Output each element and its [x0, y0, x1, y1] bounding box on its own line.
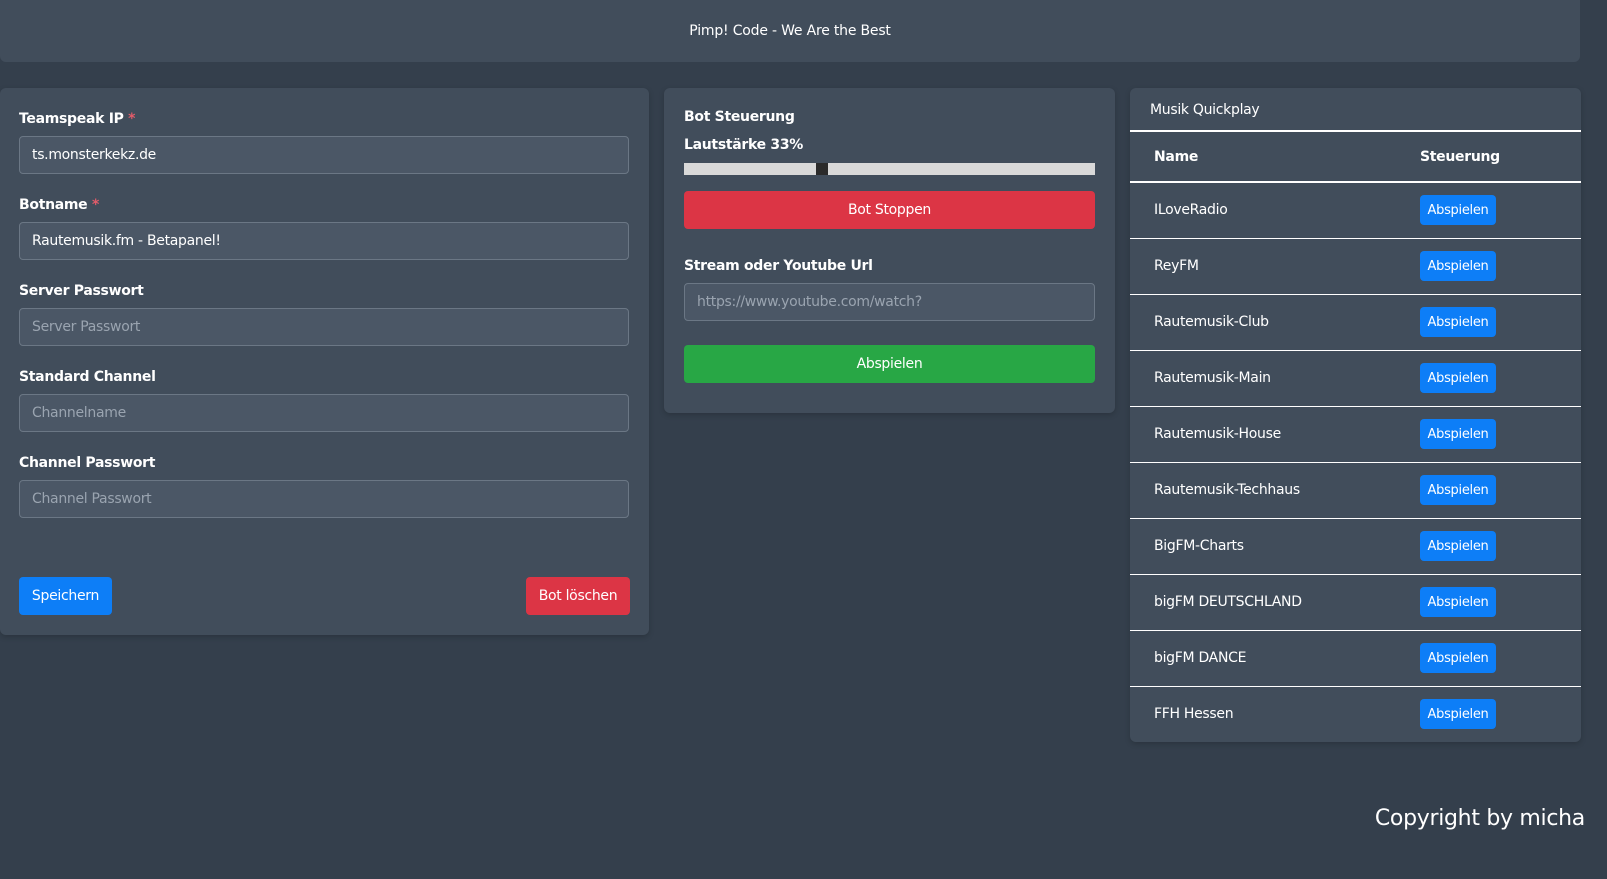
table-header-row: Name Steuerung [1130, 132, 1581, 183]
table-row: bigFM DEUTSCHLAND Abspielen [1130, 574, 1581, 631]
botname-label: Botname * [19, 197, 99, 213]
server-password-field: Server Passwort [19, 281, 631, 346]
column-header-name: Name [1130, 132, 1420, 183]
play-station-button[interactable]: Abspielen [1420, 531, 1496, 561]
station-control: Abspielen [1420, 350, 1581, 407]
station-name: FFH Hessen [1154, 706, 1234, 723]
station-name: bigFM DANCE [1130, 630, 1420, 687]
table-row: Rautemusik-House Abspielen [1130, 406, 1581, 463]
required-marker: * [128, 111, 136, 127]
station-name: Rautemusik-House [1130, 406, 1420, 463]
table-row: Rautemusik-Club Abspielen [1130, 294, 1581, 351]
station-name: bigFM DEUTSCHLAND [1130, 574, 1420, 631]
standard-channel-field: Standard Channel [19, 367, 631, 432]
play-station-button[interactable]: Abspielen [1420, 363, 1496, 393]
station-control: Abspielen [1420, 686, 1581, 742]
required-marker: * [91, 197, 99, 213]
botname-input[interactable] [19, 222, 629, 260]
standard-channel-label: Standard Channel [19, 369, 156, 385]
app-header: Pimp! Code - We Are the Best [0, 0, 1580, 62]
station-name: BigFM-Charts [1130, 518, 1420, 575]
play-station-button[interactable]: Abspielen [1420, 587, 1496, 617]
stream-url-input[interactable] [684, 283, 1095, 321]
play-station-button[interactable]: Abspielen [1420, 419, 1496, 449]
quickplay-table: Name Steuerung ILoveRadio Abspielen ReyFM A… [1130, 132, 1581, 742]
station-control: Abspielen [1420, 406, 1581, 463]
station-name: Rautemusik-Techhaus [1130, 462, 1420, 519]
teamspeak-ip-field: Teamspeak IP * [19, 109, 631, 174]
column-header-control: Steuerung [1420, 132, 1581, 183]
station-control: Abspielen [1420, 518, 1581, 575]
volume-slider[interactable] [684, 163, 1095, 175]
teamspeak-ip-label: Teamspeak IP * [19, 111, 136, 127]
play-station-button[interactable]: Abspielen [1420, 307, 1496, 337]
station-control: Abspielen [1420, 294, 1581, 351]
quickplay-title: Musik Quickplay [1130, 88, 1581, 132]
page-title: Pimp! Code - We Are the Best [689, 23, 891, 39]
stream-url-label: Stream oder Youtube Url [684, 258, 873, 274]
station-name: ILoveRadio [1130, 182, 1420, 239]
station-control: Abspielen [1420, 238, 1581, 295]
play-station-button[interactable]: Abspielen [1420, 475, 1496, 505]
volume-label: Lautstärke 33% [684, 137, 804, 153]
play-station-button[interactable]: Abspielen [1420, 643, 1496, 673]
play-station-button[interactable]: Abspielen [1420, 699, 1496, 730]
copyright-footer: Copyright by micha [1374, 806, 1585, 831]
channel-password-input[interactable] [19, 480, 629, 518]
station-control: Abspielen [1420, 574, 1581, 631]
stop-bot-button[interactable]: Bot Stoppen [684, 191, 1095, 229]
table-row: Rautemusik-Techhaus Abspielen [1130, 462, 1581, 519]
station-name: Rautemusik-Club [1130, 294, 1420, 351]
standard-channel-input[interactable] [19, 394, 629, 432]
table-row: BigFM-Charts Abspielen [1130, 518, 1581, 575]
table-row: FFH Hessen Abspielen [1130, 686, 1581, 742]
table-row: ReyFM Abspielen [1130, 238, 1581, 295]
volume-slider-handle[interactable] [816, 163, 828, 175]
bot-control-card: Bot Steuerung Lautstärke 33% Bot Stoppen… [664, 88, 1115, 413]
station-control: Abspielen [1420, 630, 1581, 687]
server-password-label: Server Passwort [19, 283, 144, 299]
teamspeak-ip-input[interactable] [19, 136, 629, 174]
station-control: Abspielen [1420, 182, 1581, 239]
table-row: Rautemusik-Main Abspielen [1130, 350, 1581, 407]
settings-actions: Speichern Bot löschen [19, 577, 630, 615]
station-name: ReyFM [1130, 238, 1420, 295]
save-button[interactable]: Speichern [19, 577, 112, 615]
play-station-button[interactable]: Abspielen [1420, 195, 1496, 226]
bot-control-title: Bot Steuerung [684, 109, 795, 125]
play-url-button[interactable]: Abspielen [684, 345, 1095, 383]
server-password-input[interactable] [19, 308, 629, 346]
delete-bot-button[interactable]: Bot löschen [526, 577, 630, 615]
music-quickplay-card: Musik Quickplay Name Steuerung ILoveRadi… [1130, 88, 1581, 742]
table-row: bigFM DANCE Abspielen [1130, 630, 1581, 687]
channel-password-label: Channel Passwort [19, 455, 156, 471]
botname-field: Botname * [19, 195, 631, 260]
channel-password-field: Channel Passwort [19, 453, 631, 518]
table-row: ILoveRadio Abspielen [1130, 182, 1581, 239]
station-control: Abspielen [1420, 462, 1581, 519]
bot-settings-card: Teamspeak IP * Botname * Server Passwort… [0, 88, 649, 635]
play-station-button[interactable]: Abspielen [1420, 251, 1496, 281]
station-name: Rautemusik-Main [1130, 350, 1420, 407]
